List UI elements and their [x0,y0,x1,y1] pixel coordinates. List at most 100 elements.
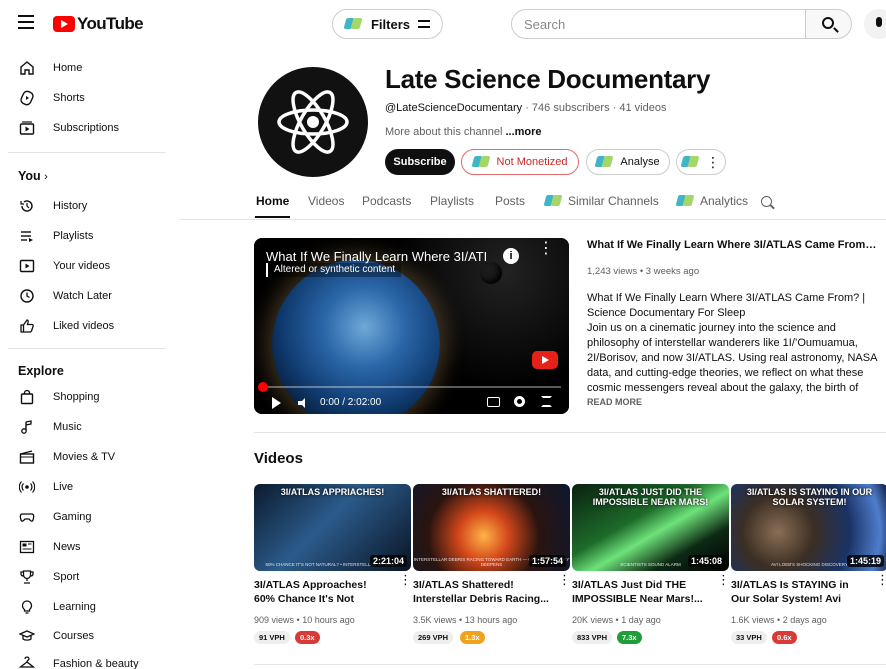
extension-logo-icon [345,17,363,31]
sidebar-item-subscriptions[interactable]: Subscriptions [0,113,170,143]
sidebar-item-music[interactable]: Music [0,412,170,442]
tab-similar-channels[interactable]: Similar Channels [545,194,659,208]
video-card[interactable]: 3I/ATLAS IS STAYING IN OUR SOLAR SYSTEM!… [731,484,886,664]
sidebar-item-history[interactable]: History [0,191,170,221]
play-icon[interactable] [272,397,281,409]
extension-logo-icon [545,194,563,208]
tab-videos[interactable]: Videos [308,194,344,208]
captions-icon[interactable] [487,397,500,407]
tab-analytics[interactable]: Analytics [677,194,748,208]
more-vert-icon[interactable]: ⋮ [558,573,571,586]
sidebar-item-gaming[interactable]: Gaming [0,502,170,532]
player-time: 0:00 / 2:02:00 [320,397,382,408]
videos-section-heading[interactable]: Videos [254,450,303,467]
sidebar-item-liked-videos[interactable]: Liked videos [0,311,170,341]
video-thumbnail[interactable]: 3I/ATLAS IS STAYING IN OUR SOLAR SYSTEM!… [731,484,886,571]
sidebar-item-playlists[interactable]: Playlists [0,221,170,251]
sidebar-item-label: History [53,200,88,212]
monetization-status-button[interactable]: Not Monetized [461,149,579,175]
shorts-icon [20,90,34,106]
sidebar-item-movies-tv[interactable]: Movies & TV [0,442,170,472]
info-icon[interactable]: i [503,248,519,264]
sidebar-item-your-videos[interactable]: Your videos [0,251,170,281]
video-thumbnail[interactable]: 3I/ATLAS APPRIACHES! 60% CHANCE IT'S NOT … [254,484,411,571]
active-tab-indicator [255,216,290,218]
video-card[interactable]: 3I/ATLAS APPRIACHES! 60% CHANCE IT'S NOT … [254,484,412,664]
sidebar-item-fashion-beauty[interactable]: Fashion & beauty [0,649,170,669]
sidebar-item-sport[interactable]: Sport [0,562,170,592]
video-thumbnail[interactable]: 3I/ATLAS SHATTERED! INTERSTELLAR DEBRIS R… [413,484,570,571]
vph-badge: 833 VPH [572,631,613,644]
hanger-icon [19,656,35,668]
featured-video-title[interactable]: What If We Finally Learn Where 3I/ATLAS … [587,239,883,251]
subscriptions-icon [19,121,35,135]
sidebar-item-label: Liked videos [53,320,115,332]
section-divider [254,432,886,433]
volume-icon[interactable] [298,398,308,408]
extension-more-button[interactable]: ⋮ [676,149,726,175]
more-vert-icon[interactable]: ⋮ [538,241,554,257]
tab-posts[interactable]: Posts [495,194,525,208]
sidebar-item-learning[interactable]: Learning [0,592,170,622]
meta-separator: • [294,615,303,625]
video-thumbnail[interactable]: 3I/ATLAS JUST DID THE IMPOSSIBLE NEAR MA… [572,484,729,571]
search-input[interactable]: Search [511,9,805,39]
fullscreen-icon[interactable] [541,396,552,407]
video-duration: 1:45:19 [846,555,884,567]
sidebar-item-news[interactable]: News [0,532,170,562]
progress-bar[interactable] [262,386,561,388]
performance-multiplier-badge: 0.6x [772,631,797,644]
filters-button[interactable]: Filters [332,9,443,39]
gamepad-icon [19,513,35,522]
video-title[interactable]: 3I/ATLAS Shattered! Interstellar Debris … [413,578,549,606]
tab-label: Similar Channels [568,194,659,208]
video-card[interactable]: 3I/ATLAS JUST DID THE IMPOSSIBLE NEAR MA… [572,484,730,664]
shopping-bag-icon [20,389,34,405]
video-duration: 2:21:04 [369,555,407,567]
menu-icon[interactable] [18,15,34,29]
video-title[interactable]: 3I/ATLAS Just Did THE IMPOSSIBLE Near Ma… [572,578,708,606]
progress-scrubber[interactable] [258,382,268,392]
sidebar-item-courses[interactable]: Courses [0,621,170,651]
youtube-logo[interactable]: YouTube [53,14,144,34]
sidebar-item-label: Shorts [53,92,85,104]
sidebar-item-label: Live [53,481,74,493]
microphone-button[interactable] [864,9,886,39]
subscribe-button[interactable]: Subscribe [385,149,455,175]
sidebar-item-home[interactable]: Home [0,53,170,83]
video-views: 20K views [572,615,614,625]
video-views: 1.6K views [731,615,775,625]
search-placeholder: Search [524,16,566,32]
sidebar-item-shopping[interactable]: Shopping [0,382,170,412]
read-more-link[interactable]: READ MORE [587,397,642,407]
video-frame-earth [272,260,440,414]
sidebar-item-watch-later[interactable]: Watch Later [0,281,170,311]
channel-avatar[interactable] [258,67,368,177]
search-button[interactable] [805,9,852,39]
more-vert-icon[interactable]: ⋮ [399,573,412,586]
video-title[interactable]: 3I/ATLAS Is STAYING in Our Solar System!… [731,578,867,606]
tab-home[interactable]: Home [256,194,289,208]
channel-search-icon[interactable] [761,196,772,207]
player-title[interactable]: What If We Finally Learn Where 3I/ATLAS … [266,249,486,264]
history-icon [20,200,33,212]
featured-video-player[interactable]: What If We Finally Learn Where 3I/ATLAS … [254,238,569,414]
more-link[interactable]: ...more [505,126,541,138]
synthetic-content-notice[interactable]: Altered or synthetic content [266,263,402,277]
tab-podcasts[interactable]: Podcasts [362,194,411,208]
meta-separator: • [613,615,622,625]
sidebar-item-shorts[interactable]: Shorts [0,83,170,113]
sidebar-item-live[interactable]: Live [0,472,170,502]
video-age: 1 day ago [621,615,661,625]
video-title[interactable]: 3I/ATLAS Approaches! 60% Chance It's Not… [254,578,390,606]
video-card[interactable]: 3I/ATLAS SHATTERED! INTERSTELLAR DEBRIS R… [413,484,571,664]
more-vert-icon[interactable]: ⋮ [876,573,886,586]
sidebar-you-heading[interactable]: You › [18,169,48,183]
settings-gear-icon[interactable] [514,396,525,407]
tab-playlists[interactable]: Playlists [430,194,474,208]
more-vert-icon[interactable]: ⋮ [717,573,730,586]
tabs-divider [180,219,886,220]
analyse-button[interactable]: Analyse [586,149,670,175]
chevron-right-icon: › [44,171,48,183]
channel-about[interactable]: More about this channel ...more [385,126,542,138]
